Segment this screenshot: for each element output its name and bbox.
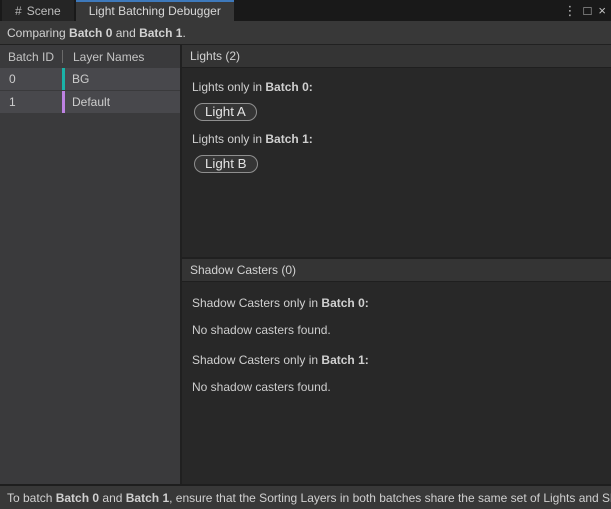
batch-id-cell: 0 — [0, 68, 62, 90]
shadow-batch-1-empty-message: No shadow casters found. — [192, 380, 601, 394]
shadow-casters-panel: Shadow Casters (0) Shadow Casters only i… — [182, 259, 611, 484]
table-row-batch-1[interactable]: 1 Default — [0, 91, 180, 113]
window-controls: ⋮ □ × — [564, 0, 611, 21]
scene-grid-icon: # — [15, 4, 22, 18]
tab-debugger-label: Light Batching Debugger — [89, 4, 221, 18]
layer-name-cell: Default — [65, 91, 110, 113]
column-layer-names: Layer Names — [63, 50, 144, 64]
maximize-icon[interactable]: □ — [584, 4, 592, 17]
batch-id-cell: 1 — [0, 91, 62, 113]
shadow-casters-body: Shadow Casters only in Batch 0: No shado… — [182, 282, 611, 410]
shadow-batch-0-empty-message: No shadow casters found. — [192, 323, 601, 337]
tab-scene[interactable]: # Scene — [2, 0, 74, 21]
close-icon[interactable]: × — [598, 4, 606, 17]
light-chip-b[interactable]: Light B — [194, 155, 258, 173]
lights-batch-0-label: Lights only in Batch 0: — [192, 80, 601, 94]
batch-table-header: Batch ID Layer Names — [0, 45, 180, 68]
footer-hint-text: To batch Batch 0 and Batch 1, ensure tha… — [7, 491, 611, 505]
active-tab-accent — [76, 0, 234, 2]
shadow-batch-1-label: Shadow Casters only in Batch 1: — [192, 353, 601, 367]
tab-bar-spacer — [234, 0, 564, 21]
layer-name-cell: BG — [65, 68, 89, 90]
details-panel: Lights (2) Lights only in Batch 0: Light… — [182, 45, 611, 484]
lights-panel: Lights (2) Lights only in Batch 0: Light… — [182, 45, 611, 257]
kebab-menu-icon[interactable]: ⋮ — [564, 4, 577, 17]
lights-panel-title: Lights (2) — [190, 49, 240, 63]
lights-panel-header: Lights (2) — [182, 45, 611, 68]
lights-panel-body: Lights only in Batch 0: Light A Lights o… — [182, 68, 611, 184]
main-area: Batch ID Layer Names 0 BG 1 Default Ligh… — [0, 45, 611, 484]
tab-bar: # Scene Light Batching Debugger ⋮ □ × — [0, 0, 611, 21]
lights-batch-1-label: Lights only in Batch 1: — [192, 132, 601, 146]
light-chip-a[interactable]: Light A — [194, 103, 257, 121]
column-batch-id: Batch ID — [0, 50, 62, 64]
light-batching-debugger-window: # Scene Light Batching Debugger ⋮ □ × Co… — [0, 0, 611, 509]
shadow-casters-title: Shadow Casters (0) — [190, 263, 296, 277]
footer-hint-bar: To batch Batch 0 and Batch 1, ensure tha… — [0, 484, 611, 509]
shadow-batch-0-label: Shadow Casters only in Batch 0: — [192, 296, 601, 310]
table-row-batch-0[interactable]: 0 BG — [0, 68, 180, 90]
tab-scene-label: Scene — [27, 4, 61, 18]
shadow-casters-header: Shadow Casters (0) — [182, 259, 611, 282]
comparing-text: Comparing Batch 0 and Batch 1. — [7, 26, 186, 40]
batch-table-panel: Batch ID Layer Names 0 BG 1 Default — [0, 45, 180, 484]
tab-light-batching-debugger[interactable]: Light Batching Debugger — [76, 0, 234, 21]
comparing-bar: Comparing Batch 0 and Batch 1. — [0, 21, 611, 45]
